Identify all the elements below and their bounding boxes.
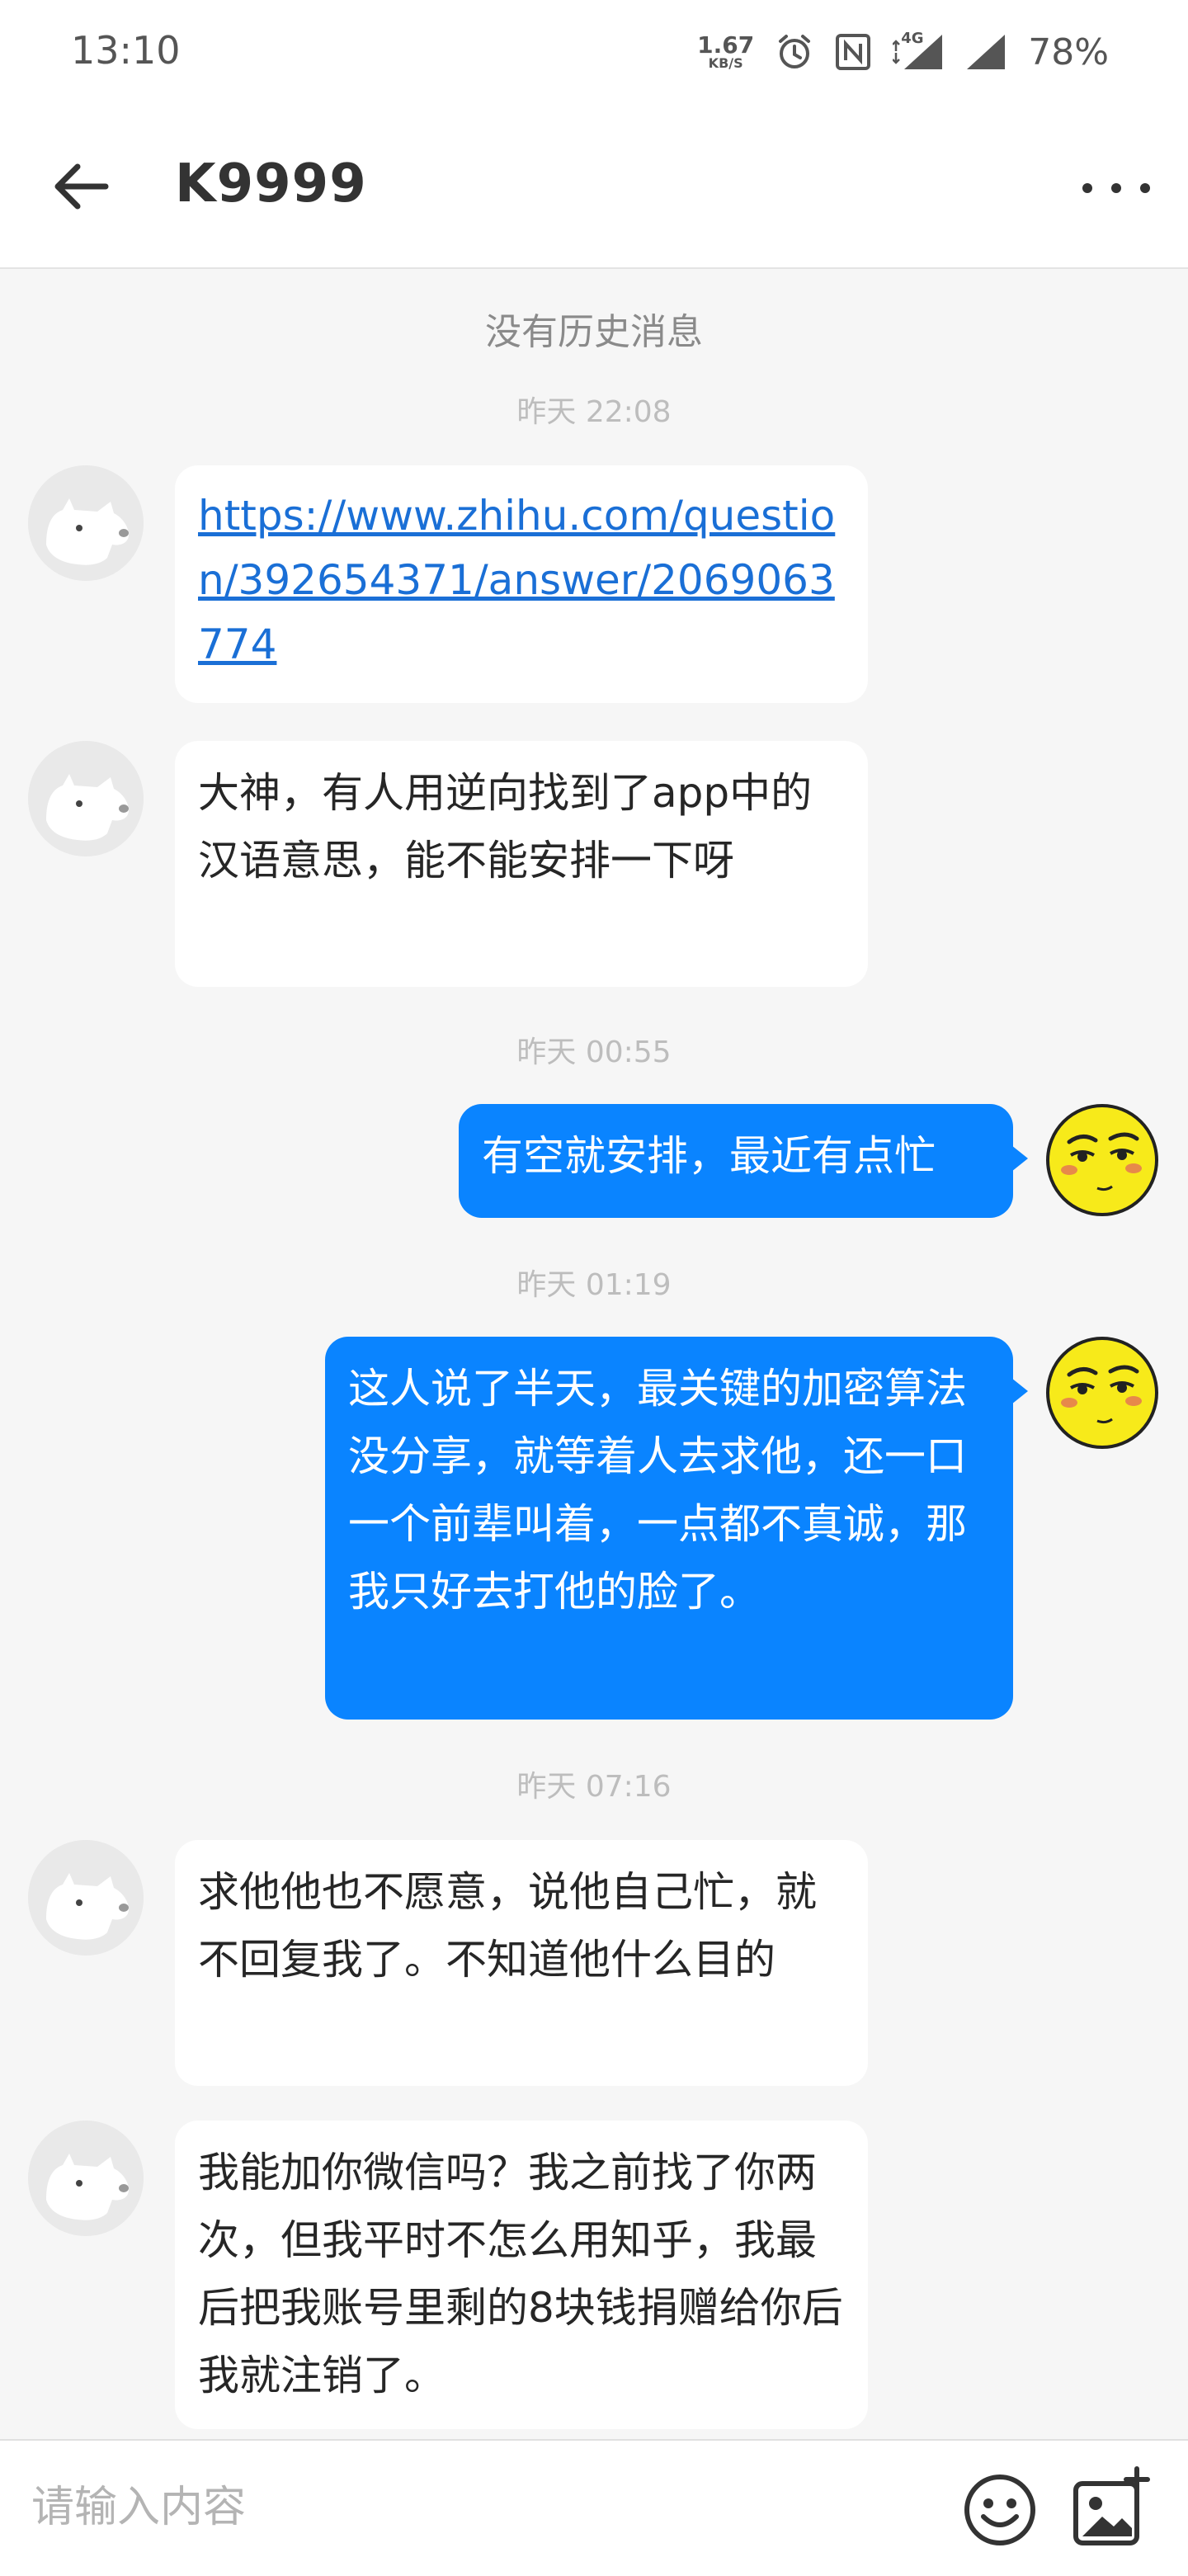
chat-title: K9999 <box>175 153 367 215</box>
face-avatar-icon <box>1046 1104 1158 1216</box>
message-bubble-outgoing[interactable]: 这人说了半天，最关键的加密算法没分享，就等着人去求他，还一口一个前辈叫着，一点都… <box>325 1337 1028 1720</box>
more-dot <box>1111 183 1121 193</box>
signal-icon <box>967 35 1006 69</box>
chat-header: K9999 <box>0 107 1188 269</box>
message-bubble-incoming[interactable]: 求他他也不愿意，说他自己忙，就不回复我了。不知道他什么目的 <box>175 1840 868 2086</box>
status-time: 13:10 <box>71 28 181 73</box>
message-bubble-outgoing[interactable]: 有空就安排，最近有点忙 <box>459 1104 1028 1218</box>
more-dot <box>1140 183 1150 193</box>
avatar[interactable] <box>28 465 144 581</box>
message-timestamp: 昨天 01:19 <box>516 1268 672 1302</box>
message-text: 有空就安排，最近有点忙 <box>482 1132 936 1180</box>
network-speed-value: 1.67 <box>697 31 755 59</box>
face-avatar-icon <box>1046 1337 1158 1449</box>
message-bubble-incoming[interactable]: https://www.zhihu.com/question/392654371… <box>175 465 868 703</box>
emoji-icon[interactable] <box>962 2472 1038 2548</box>
message-text: 这人说了半天，最关键的加密算法没分享，就等着人去求他，还一口一个前辈叫着，一点都… <box>348 1365 967 1616</box>
message-timestamp: 昨天 22:08 <box>516 395 672 429</box>
network-speed: 1.67 KB/S <box>697 34 754 70</box>
signal-4g-icon: 4G <box>893 30 944 71</box>
network-speed-unit: KB/S <box>708 55 743 71</box>
message-text: 求他他也不愿意，说他自己忙，就不回复我了。不知道他什么目的 <box>198 1868 817 1984</box>
no-history-notice: 没有历史消息 <box>485 311 703 353</box>
dog-avatar-icon <box>28 465 144 581</box>
message-timestamp: 昨天 07:16 <box>516 1770 672 1804</box>
avatar[interactable] <box>1044 1102 1160 1218</box>
alarm-icon <box>779 35 811 68</box>
avatar[interactable] <box>28 2121 144 2236</box>
add-image-icon[interactable] <box>1071 2465 1152 2548</box>
message-bubble-incoming[interactable]: 大神，有人用逆向找到了app中的汉语意思，能不能安排一下呀 <box>175 741 868 987</box>
nfc-icon <box>836 34 871 70</box>
battery-level: 78% <box>1028 31 1109 73</box>
avatar[interactable] <box>1044 1335 1160 1451</box>
more-dot <box>1082 183 1092 193</box>
dog-avatar-icon <box>28 741 144 856</box>
dog-avatar-icon <box>28 1840 144 1956</box>
input-bar <box>0 2439 1188 2576</box>
status-bar: 13:10 1.67 KB/S 4G 78% <box>0 0 1188 107</box>
message-text: 我能加你微信吗？我之前找了你两次，但我平时不怎么用知乎，我最后把我账号里剩的8块… <box>198 2149 843 2399</box>
more-horizontal-icon[interactable] <box>1082 168 1150 208</box>
message-bubble-incoming[interactable]: 我能加你微信吗？我之前找了你两次，但我平时不怎么用知乎，我最后把我账号里剩的8块… <box>175 2121 868 2429</box>
avatar[interactable] <box>28 1840 144 1956</box>
status-icons: 1.67 KB/S 4G 78% <box>697 25 1109 79</box>
arrow-left-icon[interactable] <box>51 160 111 213</box>
message-link[interactable]: https://www.zhihu.com/question/392654371… <box>198 484 845 677</box>
dog-avatar-icon <box>28 2121 144 2236</box>
message-input[interactable] <box>30 2465 924 2550</box>
avatar[interactable] <box>28 741 144 856</box>
message-text: 大神，有人用逆向找到了app中的汉语意思，能不能安排一下呀 <box>198 769 813 885</box>
message-timestamp: 昨天 00:55 <box>516 1036 672 1069</box>
